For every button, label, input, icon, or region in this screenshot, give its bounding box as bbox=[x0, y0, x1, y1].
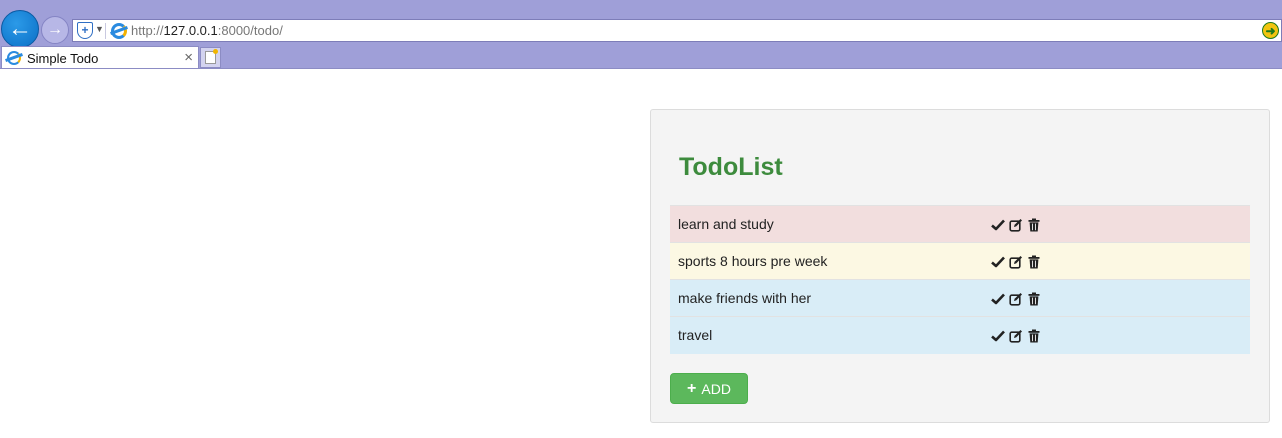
back-button[interactable]: ← bbox=[1, 10, 39, 48]
new-tab-button[interactable] bbox=[200, 47, 221, 68]
check-icon[interactable] bbox=[991, 292, 1005, 306]
todo-item-text: sports 8 hours pre week bbox=[678, 253, 828, 269]
browser-chrome: ← → + ▼ http://127.0.0.1:8000/todo/ ➜ Si… bbox=[0, 0, 1282, 69]
url-host: 127.0.0.1 bbox=[163, 23, 218, 38]
forward-button[interactable]: → bbox=[41, 16, 69, 44]
todo-panel: TodoList learn and study sports 8 hours p… bbox=[650, 109, 1270, 423]
divider bbox=[0, 68, 1282, 69]
edit-icon[interactable] bbox=[1009, 292, 1023, 306]
todo-row: learn and study bbox=[670, 205, 1250, 243]
url-text[interactable]: http://127.0.0.1:8000/todo/ bbox=[131, 23, 283, 38]
tab-favicon-icon bbox=[7, 51, 21, 65]
check-icon[interactable] bbox=[991, 329, 1005, 343]
page-title: TodoList bbox=[679, 153, 783, 181]
trash-icon[interactable] bbox=[1027, 292, 1041, 306]
close-tab-icon[interactable]: × bbox=[184, 49, 193, 66]
trash-icon[interactable] bbox=[1027, 218, 1041, 232]
url-prefix: http:// bbox=[131, 23, 164, 38]
address-bar[interactable]: + ▼ http://127.0.0.1:8000/todo/ ➜ bbox=[72, 19, 1282, 42]
back-arrow-icon: ← bbox=[8, 15, 32, 42]
edit-icon[interactable] bbox=[1009, 255, 1023, 269]
check-icon[interactable] bbox=[991, 255, 1005, 269]
todo-item-actions bbox=[990, 280, 1250, 317]
trash-icon[interactable] bbox=[1027, 255, 1041, 269]
divider bbox=[105, 23, 106, 39]
tab-title: Simple Todo bbox=[27, 51, 99, 66]
todo-item-actions bbox=[990, 317, 1250, 354]
todo-item-text: travel bbox=[678, 327, 713, 344]
add-button-label: ADD bbox=[701, 380, 731, 397]
security-shield-icon[interactable]: + bbox=[77, 22, 93, 39]
url-path: :8000/todo/ bbox=[217, 23, 283, 38]
new-page-icon bbox=[205, 49, 218, 64]
forward-arrow-icon: → bbox=[47, 21, 63, 38]
trash-icon[interactable] bbox=[1027, 329, 1041, 343]
tab-simple-todo[interactable]: Simple Todo × bbox=[1, 46, 199, 69]
add-button[interactable]: + ADD bbox=[670, 373, 748, 404]
todo-item-text: learn and study bbox=[678, 216, 774, 232]
todo-item-text: make friends with her bbox=[678, 290, 812, 306]
plus-icon: + bbox=[687, 379, 697, 397]
plugin-icon[interactable]: ➜ bbox=[1262, 22, 1279, 39]
todo-row: make friends with her bbox=[670, 279, 1250, 317]
todo-list: learn and study sports 8 hours pre week ma… bbox=[670, 205, 1250, 354]
dropdown-caret-icon[interactable]: ▼ bbox=[95, 24, 104, 34]
todo-row: sports 8 hours pre week bbox=[670, 242, 1250, 280]
edit-icon[interactable] bbox=[1009, 218, 1023, 232]
ie-logo-icon bbox=[111, 23, 127, 39]
todo-item-actions bbox=[990, 206, 1250, 243]
check-icon[interactable] bbox=[991, 218, 1005, 232]
todo-item-actions bbox=[990, 243, 1250, 280]
edit-icon[interactable] bbox=[1009, 329, 1023, 343]
todo-row: travel bbox=[670, 316, 1250, 354]
